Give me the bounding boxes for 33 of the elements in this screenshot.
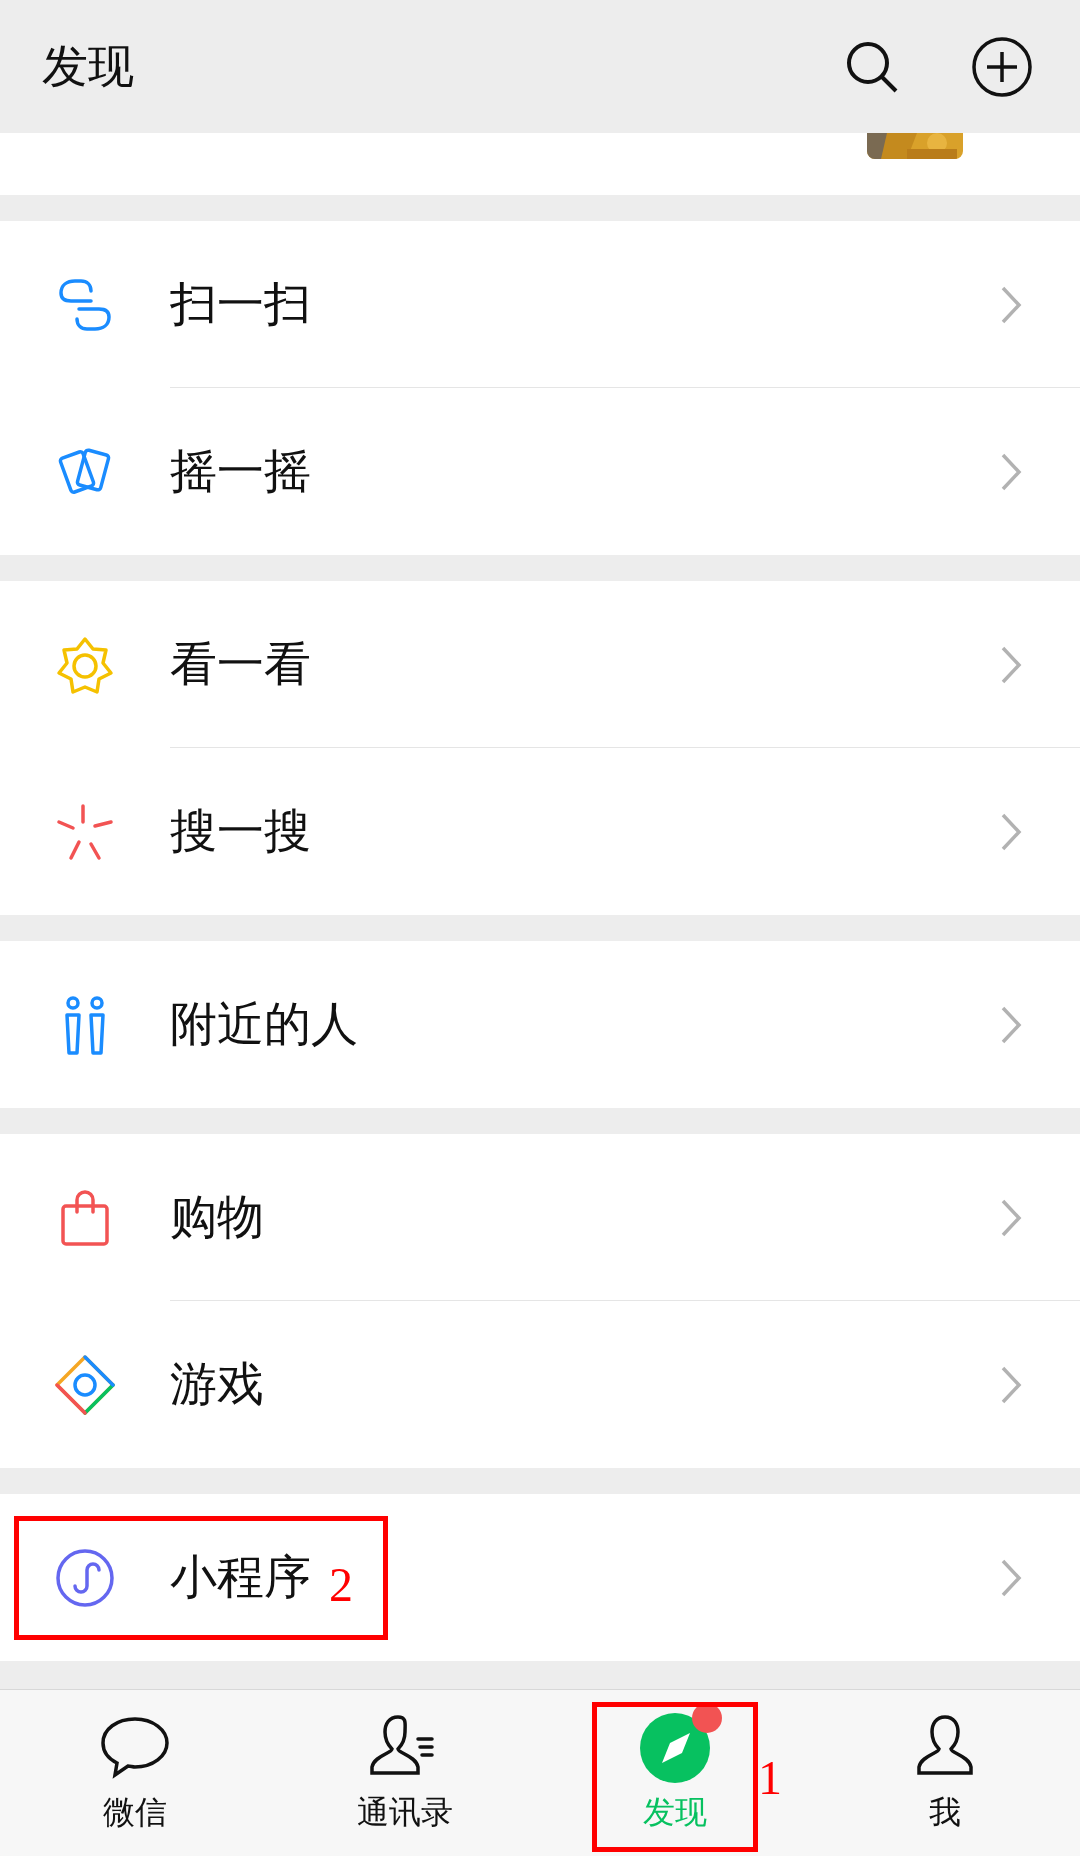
menu-label: 游戏 <box>170 1355 264 1413</box>
tab[interactable]: 微信 <box>0 1690 270 1856</box>
menu-label: 购物 <box>170 1188 264 1246</box>
menu-label: 摇一摇 <box>170 442 311 500</box>
chevron-icon <box>1000 451 1022 492</box>
menu-label: 附近的人 <box>170 995 358 1053</box>
menu-label: 小程序 <box>170 1548 311 1606</box>
tab[interactable]: 我 <box>810 1690 1080 1856</box>
menu-item[interactable]: 购物 <box>0 1134 1080 1301</box>
chevron-icon <box>1000 284 1022 325</box>
menu-item[interactable]: 附近的人 <box>0 941 1080 1108</box>
menu-item[interactable]: 游戏 <box>0 1301 1080 1468</box>
chevron-icon <box>1000 644 1022 685</box>
tab[interactable]: 发现 1 <box>540 1690 810 1856</box>
menu-label: 搜一搜 <box>170 802 311 860</box>
chevron-icon <box>1000 1004 1022 1045</box>
compass-icon <box>638 1711 712 1785</box>
chevron-icon <box>1000 1557 1022 1598</box>
menu-item[interactable]: 扫一扫 <box>0 221 1080 388</box>
menu-item[interactable]: 摇一摇 <box>0 388 1080 555</box>
menu-label: 看一看 <box>170 635 311 693</box>
chevron-icon <box>1000 811 1022 852</box>
menu-item[interactable]: 搜一搜 <box>0 748 1080 915</box>
chevron-icon <box>1000 1364 1022 1405</box>
annotation-number: 2 <box>329 1557 353 1612</box>
menu-item[interactable]: 看一看 <box>0 581 1080 748</box>
page-title: 发现 <box>42 37 135 95</box>
menu-label: 扫一扫 <box>170 275 311 333</box>
tab[interactable]: 通讯录 <box>270 1690 540 1856</box>
menu-item[interactable]: 小程序 2 <box>0 1494 1080 1661</box>
annotation-number: 1 <box>758 1750 782 1805</box>
game-diamond-icon <box>53 1352 117 1417</box>
chevron-icon <box>1000 1197 1022 1238</box>
